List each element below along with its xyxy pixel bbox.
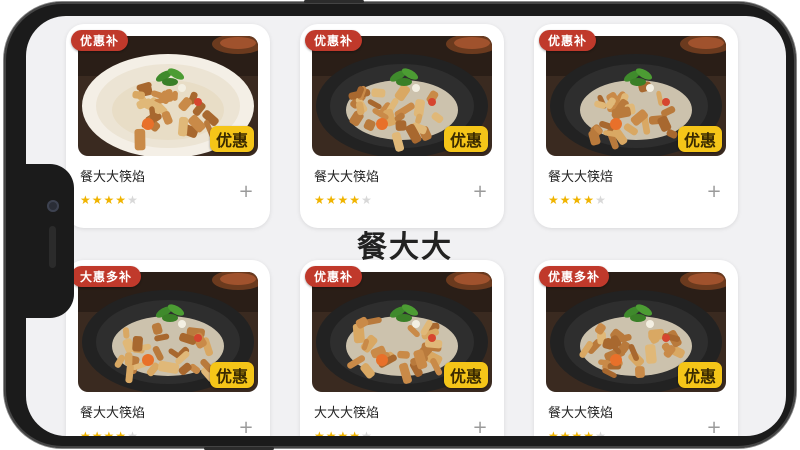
star-rating: ★★★★★ bbox=[548, 193, 607, 207]
star-icon: ★ bbox=[571, 429, 584, 436]
deal-badge: 优惠 bbox=[677, 362, 722, 388]
dish-name: 餐大大筷焰 bbox=[314, 170, 380, 185]
phone-frame: 优惠 优惠补 餐大大筷焰 ★★★★★ + 优惠 优惠补 餐大大筷焰 ★★★★★ … bbox=[4, 0, 796, 450]
star-icon: ★ bbox=[337, 429, 350, 436]
promo-badge: 优惠补 bbox=[71, 30, 129, 51]
star-icon: ★ bbox=[80, 193, 92, 207]
deal-badge: 优惠 bbox=[443, 362, 488, 388]
plus-icon[interactable]: + bbox=[470, 182, 490, 202]
star-rating: ★★★★★ bbox=[314, 193, 373, 207]
dish-name: 餐大大筷焰 bbox=[80, 170, 146, 185]
star-rating: ★★★★★ bbox=[314, 429, 373, 436]
star-icon: ★ bbox=[127, 193, 139, 207]
star-icon: ★ bbox=[314, 193, 326, 207]
promo-badge: 大惠多补 bbox=[71, 266, 142, 287]
deal-badge: 优惠 bbox=[209, 362, 254, 388]
star-icon: ★ bbox=[127, 429, 139, 436]
dish-name: 餐大大筷焙 bbox=[548, 170, 614, 185]
screen: 优惠 优惠补 餐大大筷焰 ★★★★★ + 优惠 优惠补 餐大大筷焰 ★★★★★ … bbox=[26, 16, 786, 436]
dish-card[interactable]: 优惠 优惠多补 餐大大筷焰 ★★★★★ + bbox=[534, 260, 738, 436]
star-icon: ★ bbox=[325, 429, 338, 436]
dish-card[interactable]: 优惠 优惠补 餐大大筷焰 ★★★★★ + bbox=[300, 24, 504, 228]
dish-card[interactable]: 优惠 优惠补 大大大筷焰 ★★★★★ + bbox=[300, 260, 504, 436]
dish-card[interactable]: 优惠 优惠补 餐大大筷焙 ★★★★★ + bbox=[534, 24, 738, 228]
star-rating: ★★★★★ bbox=[80, 429, 139, 436]
promo-badge: 优惠补 bbox=[539, 30, 597, 51]
promo-badge: 优惠补 bbox=[305, 266, 363, 287]
star-icon: ★ bbox=[115, 193, 128, 207]
star-icon: ★ bbox=[571, 193, 584, 207]
star-rating: ★★★★★ bbox=[80, 193, 139, 207]
star-icon: ★ bbox=[103, 193, 116, 207]
promo-badge: 优惠补 bbox=[305, 30, 363, 51]
star-icon: ★ bbox=[91, 193, 104, 207]
star-icon: ★ bbox=[559, 429, 572, 436]
star-icon: ★ bbox=[91, 429, 104, 436]
deal-badge: 优惠 bbox=[677, 126, 722, 152]
star-icon: ★ bbox=[314, 429, 326, 436]
star-icon: ★ bbox=[115, 429, 128, 436]
dish-photo[interactable]: 优惠 bbox=[312, 36, 492, 156]
dish-photo[interactable]: 优惠 bbox=[78, 272, 258, 392]
dish-card[interactable]: 优惠 大惠多补 餐大大筷焰 ★★★★★ + bbox=[66, 260, 270, 436]
plus-icon[interactable]: + bbox=[236, 182, 256, 202]
dish-photo[interactable]: 优惠 bbox=[78, 36, 258, 156]
plus-icon[interactable]: + bbox=[470, 418, 490, 437]
dish-name: 餐大大筷焰 bbox=[80, 406, 146, 421]
star-icon: ★ bbox=[559, 193, 572, 207]
star-icon: ★ bbox=[103, 429, 116, 436]
star-icon: ★ bbox=[325, 193, 338, 207]
dish-name: 餐大大筷焰 bbox=[548, 406, 614, 421]
star-icon: ★ bbox=[349, 193, 362, 207]
star-icon: ★ bbox=[595, 193, 607, 207]
volume-button bbox=[304, 0, 364, 3]
star-icon: ★ bbox=[80, 429, 92, 436]
plus-icon[interactable]: + bbox=[236, 418, 256, 437]
dish-photo[interactable]: 优惠 bbox=[546, 36, 726, 156]
star-icon: ★ bbox=[595, 429, 607, 436]
star-icon: ★ bbox=[548, 193, 560, 207]
camera-icon bbox=[47, 200, 59, 212]
dish-photo[interactable]: 优惠 bbox=[312, 272, 492, 392]
plus-icon[interactable]: + bbox=[704, 418, 724, 437]
star-rating: ★★★★★ bbox=[548, 429, 607, 436]
star-icon: ★ bbox=[349, 429, 362, 436]
star-icon: ★ bbox=[583, 193, 596, 207]
star-icon: ★ bbox=[337, 193, 350, 207]
dish-photo[interactable]: 优惠 bbox=[546, 272, 726, 392]
star-icon: ★ bbox=[361, 193, 373, 207]
deal-badge: 优惠 bbox=[209, 126, 254, 152]
promo-badge: 优惠多补 bbox=[539, 266, 610, 287]
plus-icon[interactable]: + bbox=[704, 182, 724, 202]
speaker-grille bbox=[49, 226, 56, 268]
star-icon: ★ bbox=[548, 429, 560, 436]
star-icon: ★ bbox=[361, 429, 373, 436]
star-icon: ★ bbox=[583, 429, 596, 436]
dish-name: 大大大筷焰 bbox=[314, 406, 380, 421]
deal-badge: 优惠 bbox=[443, 126, 488, 152]
dish-card[interactable]: 优惠 优惠补 餐大大筷焰 ★★★★★ + bbox=[66, 24, 270, 228]
